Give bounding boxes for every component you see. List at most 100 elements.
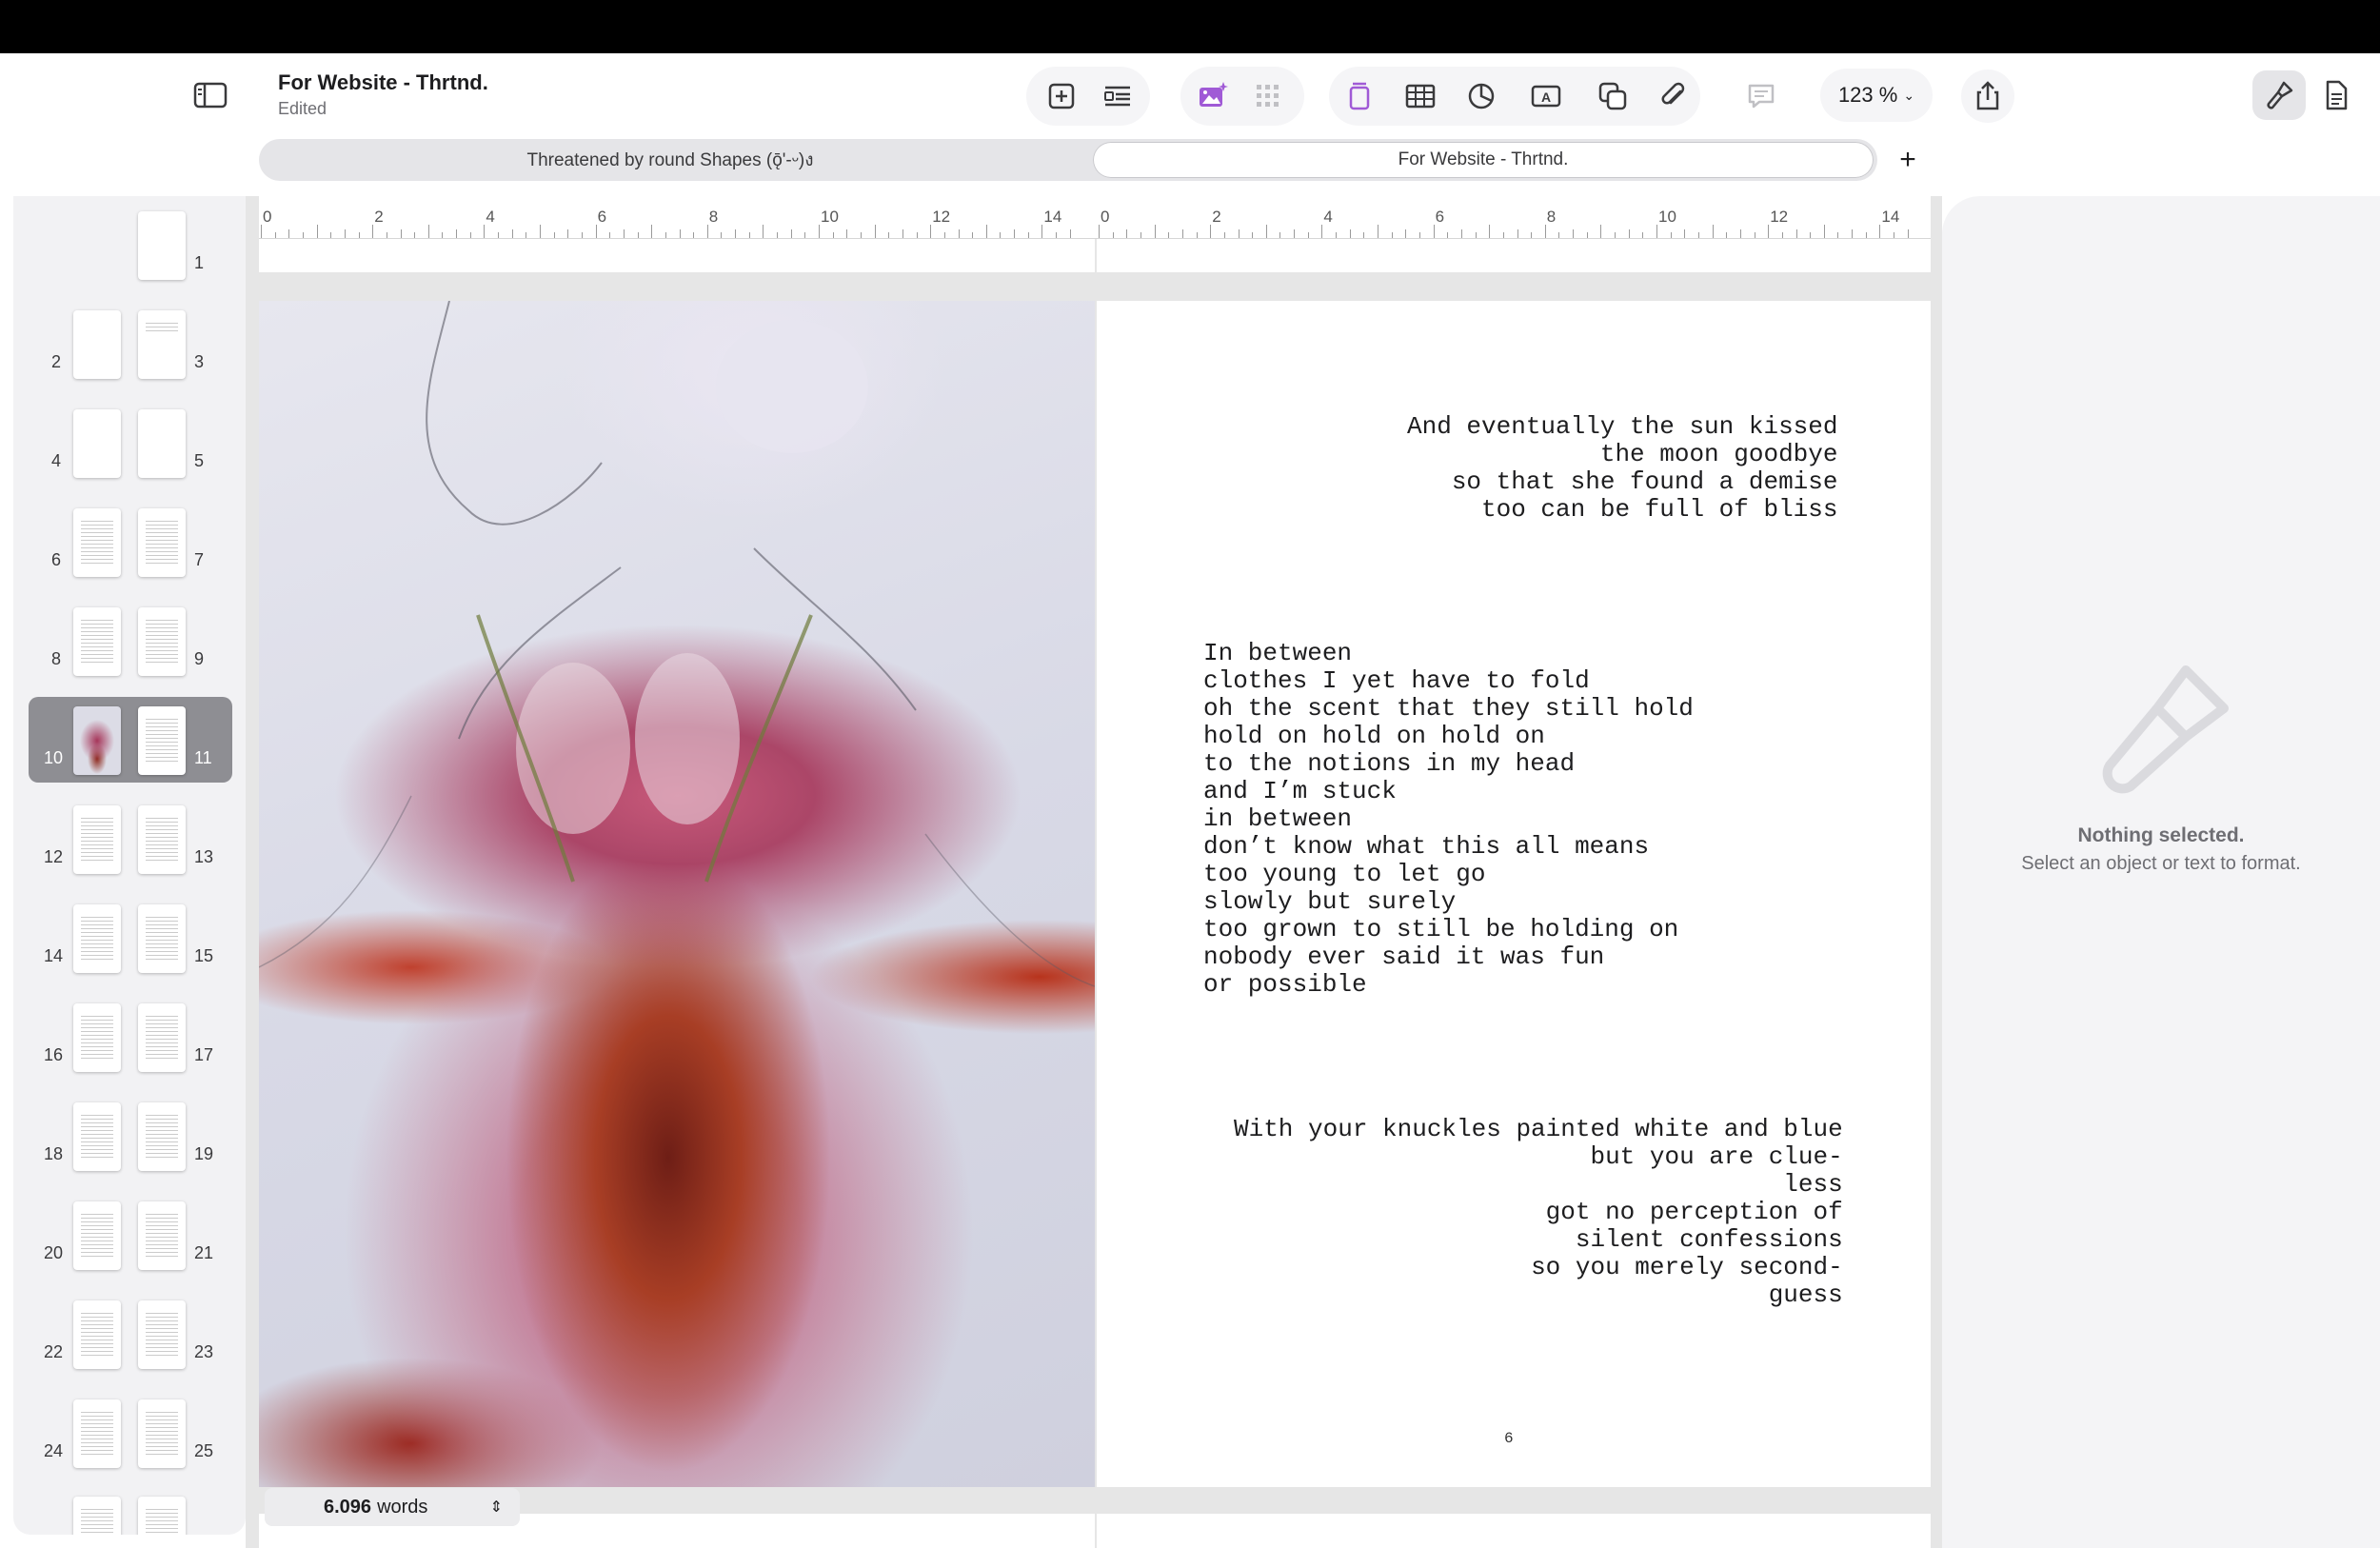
insert-page-button[interactable] xyxy=(1037,71,1086,121)
shape-icon xyxy=(1598,82,1627,110)
page-number-label: 20 xyxy=(44,1243,64,1262)
ruler-tick xyxy=(400,229,402,238)
poem-line: And eventually the sun kissed xyxy=(1407,412,1838,441)
page-thumbnail-2[interactable] xyxy=(73,310,121,379)
page-thumbnail-19[interactable] xyxy=(138,1102,186,1171)
page-thumbnail-8[interactable] xyxy=(73,607,121,676)
share-button[interactable] xyxy=(1961,69,2014,123)
page-thumbnail-25[interactable] xyxy=(138,1399,186,1468)
document-title[interactable]: For Website - Thrtnd. xyxy=(278,70,488,95)
previous-page-left[interactable] xyxy=(259,238,1095,272)
textbox-button[interactable]: A xyxy=(1521,71,1571,121)
page-thumbnail-4[interactable] xyxy=(73,409,121,478)
document-tab-bar: Threatened by round Shapes (ǭ'-ᵕ)ง For W… xyxy=(259,139,1877,181)
ruler-tick xyxy=(1628,229,1630,238)
page-thumbnail-11[interactable] xyxy=(138,706,186,775)
page-thumbnail-12[interactable] xyxy=(73,805,121,874)
add-tab-button[interactable]: + xyxy=(1887,139,1929,181)
page-thumbnail-17[interactable] xyxy=(138,1003,186,1072)
table-button[interactable] xyxy=(1396,71,1445,121)
page-thumbnail-5[interactable] xyxy=(138,409,186,478)
page-number-label: 8 xyxy=(51,649,62,668)
horizontal-ruler[interactable]: 0 2 4 6 8 10 12 14 0 2 4 6 8 10 12 14 xyxy=(259,196,1931,239)
ruler-tick xyxy=(1027,232,1029,238)
ruler-tick xyxy=(1168,232,1170,238)
poem-line: silent confessions xyxy=(1575,1225,1843,1254)
next-page-right[interactable] xyxy=(1097,1514,1931,1548)
ruler-tick xyxy=(456,229,458,238)
page-thumbnail-18[interactable] xyxy=(73,1102,121,1171)
poem-stanza-1[interactable]: And eventually the sun kissed the moon go… xyxy=(1407,413,1837,524)
page-number-label: 21 xyxy=(194,1243,214,1262)
ruler-tick xyxy=(1307,232,1309,238)
ruler-tick xyxy=(1014,229,1016,238)
poem-line: less xyxy=(1783,1170,1843,1199)
ruler-tick xyxy=(1433,225,1435,238)
page-number-label: 18 xyxy=(44,1144,64,1163)
ruler-tick xyxy=(414,232,416,238)
page-thumbnail-21[interactable] xyxy=(138,1201,186,1270)
textbox-icon: A xyxy=(1531,85,1561,108)
word-count-control[interactable]: 6.096 words ⇕ xyxy=(265,1488,520,1526)
page-thumbnail-22[interactable] xyxy=(73,1300,121,1369)
page-thumbnail-6[interactable] xyxy=(73,508,121,577)
page-thumbnail-14[interactable] xyxy=(73,904,121,973)
svg-text:A: A xyxy=(1541,89,1551,105)
tab-for-website[interactable]: For Website - Thrtnd. xyxy=(1093,142,1874,178)
chart-button[interactable] xyxy=(1457,71,1506,121)
page-thumbnail-3[interactable] xyxy=(138,310,186,379)
page-thumbnail-27[interactable] xyxy=(138,1497,186,1535)
inspector-subtitle: Select an object or text to format. xyxy=(2021,853,2301,874)
grid-button[interactable] xyxy=(1243,71,1293,121)
comment-button[interactable] xyxy=(1736,71,1786,121)
ruler-tick xyxy=(623,229,625,238)
poem-line: so that she found a demise xyxy=(1451,467,1838,496)
tab-threatened-by-round-shapes[interactable]: Threatened by round Shapes (ǭ'-ᵕ)ง xyxy=(263,142,1078,178)
ruler-tick xyxy=(1126,229,1128,238)
insert-text-button[interactable] xyxy=(1093,71,1142,121)
zoom-menu[interactable]: 123 % ⌄ xyxy=(1820,69,1933,122)
poem-line: clothes I yet have to fold xyxy=(1203,666,1590,695)
page-thumbnail-26[interactable] xyxy=(73,1497,121,1535)
document-button[interactable] xyxy=(2310,70,2363,120)
page-number-label: 14 xyxy=(44,946,64,965)
page-thumbnail-20[interactable] xyxy=(73,1201,121,1270)
shape-button[interactable] xyxy=(1588,71,1637,121)
format-button[interactable] xyxy=(2252,70,2306,120)
ruler-tick xyxy=(1600,225,1602,238)
page-number-label: 2 xyxy=(51,352,62,371)
media-button[interactable] xyxy=(1188,71,1238,121)
poem-line: in between xyxy=(1203,804,1353,833)
previous-page-right[interactable] xyxy=(1097,238,1931,272)
page-thumbnail-10[interactable] xyxy=(73,706,121,775)
sidebar-toggle-button[interactable] xyxy=(188,78,232,112)
poem-stanza-3[interactable]: With your knuckles painted white and blu… xyxy=(1234,1116,1843,1309)
page-number-label: 23 xyxy=(194,1342,214,1361)
grid-icon xyxy=(1257,85,1279,107)
page-thumbnail-7[interactable] xyxy=(138,508,186,577)
attachment-button[interactable] xyxy=(1649,71,1698,121)
ruler-tick xyxy=(1252,232,1254,238)
ruler-tick xyxy=(930,225,932,238)
page-thumbnail-13[interactable] xyxy=(138,805,186,874)
page-button[interactable] xyxy=(1335,71,1384,121)
page-thumbnail-16[interactable] xyxy=(73,1003,121,1072)
ruler-tick xyxy=(581,232,583,238)
page-thumbnail-24[interactable] xyxy=(73,1399,121,1468)
ruler-tick xyxy=(553,232,555,238)
poem-line: oh the scent that they still hold xyxy=(1203,694,1694,723)
ruler-tick xyxy=(1852,229,1854,238)
page-number-label: 6 xyxy=(51,550,62,569)
page-thumbnail-15[interactable] xyxy=(138,904,186,973)
ruler-tick xyxy=(1056,232,1058,238)
flower-photo[interactable] xyxy=(259,301,1095,1487)
page-number-label: 5 xyxy=(194,451,205,470)
poem-stanza-2[interactable]: In between clothes I yet have to fold oh t… xyxy=(1203,640,1694,999)
ruler-tick xyxy=(1656,225,1657,238)
page-thumbnail-23[interactable] xyxy=(138,1300,186,1369)
page-thumbnail-1[interactable] xyxy=(138,211,186,280)
ruler-tick xyxy=(1112,232,1114,238)
poem-line: too young to let go xyxy=(1203,860,1486,888)
ruler-tick xyxy=(1865,232,1867,238)
page-thumbnail-9[interactable] xyxy=(138,607,186,676)
